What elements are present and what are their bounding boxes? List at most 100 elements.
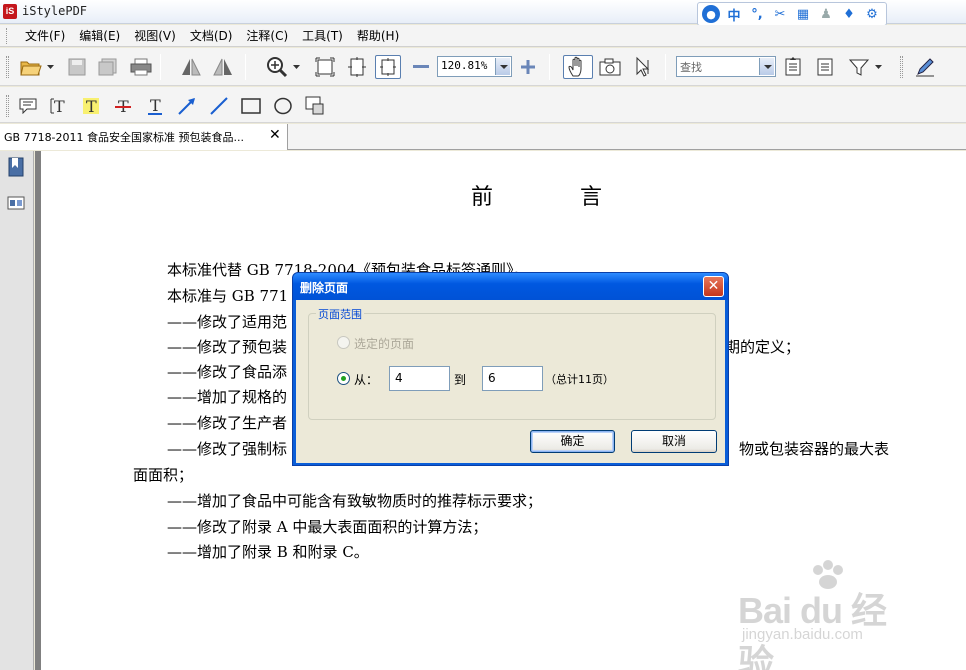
thumbnails-panel-icon[interactable] bbox=[5, 191, 27, 215]
from-range-radio[interactable] bbox=[337, 372, 350, 385]
highlight-dropdown-arrow-icon[interactable] bbox=[872, 55, 884, 79]
save-disk-icon[interactable] bbox=[64, 55, 90, 79]
text-box-icon[interactable]: T bbox=[46, 94, 72, 118]
ime-shirt-icon[interactable]: ♦ bbox=[840, 5, 858, 23]
toolbar-grip bbox=[900, 56, 903, 78]
app-title: iStylePDF bbox=[22, 4, 88, 18]
stamp-tool-icon[interactable] bbox=[302, 94, 328, 118]
doc-line: ——修改了预包装 bbox=[167, 338, 288, 356]
select-text-cursor-icon[interactable] bbox=[630, 55, 656, 79]
find-previous-icon[interactable] bbox=[780, 55, 806, 79]
tab-close-icon[interactable]: ✕ bbox=[269, 127, 281, 143]
find-next-icon[interactable] bbox=[812, 55, 838, 79]
arrow-tool-icon[interactable] bbox=[174, 94, 200, 118]
ime-punct-toggle[interactable]: °, bbox=[748, 5, 766, 23]
doc-line: 面面积； bbox=[133, 466, 194, 484]
page-heading: 前 言 bbox=[471, 185, 642, 210]
fit-page-icon[interactable] bbox=[312, 55, 338, 79]
to-page-input[interactable]: 6 bbox=[482, 366, 543, 391]
open-folder-icon[interactable] bbox=[18, 55, 44, 79]
page-range-group: 页面范围 选定的页面 从： 4 到 6 （总计11页） bbox=[308, 306, 716, 420]
menu-edit[interactable]: 编辑(E) bbox=[72, 27, 127, 44]
strikeout-text-icon[interactable]: T bbox=[110, 94, 136, 118]
selected-pages-label: 选定的页面 bbox=[354, 337, 415, 351]
actual-size-icon[interactable] bbox=[375, 55, 401, 79]
snapshot-camera-icon[interactable] bbox=[597, 55, 623, 79]
search-dropdown-arrow-icon[interactable] bbox=[759, 58, 774, 75]
save-all-icon[interactable] bbox=[95, 55, 121, 79]
watermark-url: jingyan.baidu.com bbox=[742, 626, 863, 643]
svg-text:T: T bbox=[86, 97, 97, 115]
zoom-in-plus-icon[interactable] bbox=[515, 55, 541, 79]
search-input[interactable]: 查找 bbox=[676, 56, 776, 77]
baidu-jingyan-watermark: Bai du 经验 jingyan.baidu.com bbox=[738, 560, 918, 670]
total-pages-label: （总计11页） bbox=[545, 373, 614, 386]
search-placeholder: 查找 bbox=[680, 61, 702, 74]
document-tab-strip: GB 7718-2011 食品安全国家标准 预包装食品... ✕ bbox=[0, 124, 966, 150]
zoom-dropdown-arrow-icon[interactable] bbox=[290, 55, 302, 79]
tab-document[interactable]: GB 7718-2011 食品安全国家标准 预包装食品... ✕ bbox=[0, 124, 288, 150]
ellipse-tool-icon[interactable] bbox=[270, 94, 296, 118]
bookmarks-panel-icon[interactable] bbox=[5, 155, 27, 179]
menu-document[interactable]: 文档(D) bbox=[183, 27, 240, 44]
navigation-panel bbox=[0, 151, 34, 670]
menu-tools[interactable]: 工具(T) bbox=[295, 27, 350, 44]
rectangle-tool-icon[interactable] bbox=[238, 94, 264, 118]
ime-toolbar: ● 中 °, ✂ ▦ ♟ ♦ ⚙ bbox=[697, 2, 887, 26]
highlight-text-icon[interactable]: T bbox=[78, 94, 104, 118]
open-dropdown-arrow-icon[interactable] bbox=[44, 55, 56, 79]
zoom-level-value: 120.81% bbox=[441, 59, 488, 72]
dialog-title: 删除页面 bbox=[300, 281, 349, 295]
doc-line: ——增加了食品中可能含有致敏物质时的推荐标示要求； bbox=[167, 492, 543, 510]
ime-scissors-icon[interactable]: ✂ bbox=[771, 5, 789, 23]
doc-line: 本标准与 GB 771 bbox=[167, 287, 289, 305]
ime-user-icon[interactable]: ● bbox=[702, 5, 720, 23]
hand-tool-icon[interactable] bbox=[563, 55, 593, 79]
doc-line: 期的定义； bbox=[725, 338, 801, 356]
page-range-label: 页面范围 bbox=[316, 306, 364, 322]
toolbar-separator bbox=[160, 54, 161, 80]
zoom-select-arrow-icon[interactable] bbox=[495, 58, 510, 75]
rotate-right-icon[interactable] bbox=[210, 55, 236, 79]
app-logo-icon: iS bbox=[3, 4, 17, 19]
ok-button[interactable]: 确定 bbox=[530, 430, 615, 453]
doc-line: ——修改了食品添 bbox=[167, 363, 288, 381]
menu-view[interactable]: 视图(V) bbox=[127, 27, 183, 44]
dialog-close-icon[interactable]: ✕ bbox=[703, 276, 724, 297]
dialog-body: 页面范围 选定的页面 从： 4 到 6 （总计11页） 确定 取消 bbox=[296, 300, 725, 463]
doc-line: ——修改了生产者 bbox=[167, 414, 288, 432]
sign-pen-icon[interactable] bbox=[912, 55, 938, 79]
to-label: 到 bbox=[454, 373, 467, 387]
note-comment-icon[interactable] bbox=[15, 94, 41, 118]
from-page-input[interactable]: 4 bbox=[389, 366, 450, 391]
ime-lang-toggle[interactable]: 中 bbox=[725, 5, 743, 24]
toolbar-separator bbox=[549, 54, 550, 80]
doc-line: ——修改了适用范 bbox=[167, 313, 288, 331]
from-label: 从： bbox=[354, 373, 379, 387]
zoom-level-select[interactable]: 120.81% bbox=[437, 56, 512, 77]
line-tool-icon[interactable] bbox=[206, 94, 232, 118]
doc-line: ——增加了附录 B 和附录 C。 bbox=[167, 543, 369, 561]
fit-width-icon[interactable] bbox=[344, 55, 370, 79]
menu-grip bbox=[6, 27, 10, 44]
toolbar-grip bbox=[6, 95, 9, 117]
menu-file[interactable]: 文件(F) bbox=[18, 27, 72, 44]
selected-pages-radio bbox=[337, 336, 350, 349]
zoom-out-minus-icon[interactable] bbox=[408, 55, 434, 79]
ime-person-icon[interactable]: ♟ bbox=[817, 5, 835, 23]
ime-settings-gear-icon[interactable]: ⚙ bbox=[863, 5, 881, 23]
menu-help[interactable]: 帮助(H) bbox=[350, 27, 406, 44]
rotate-left-icon[interactable] bbox=[178, 55, 204, 79]
print-icon[interactable] bbox=[128, 55, 154, 79]
highlight-search-icon[interactable] bbox=[846, 55, 872, 79]
cancel-button[interactable]: 取消 bbox=[631, 430, 717, 453]
title-bar: iS iStylePDF ● 中 °, ✂ ▦ ♟ ♦ ⚙ bbox=[0, 0, 966, 26]
doc-line: ——修改了强制标 bbox=[167, 440, 288, 458]
ime-grid-icon[interactable]: ▦ bbox=[794, 5, 812, 23]
dialog-title-bar[interactable]: 删除页面 ✕ bbox=[293, 273, 728, 300]
tab-document-label: GB 7718-2011 食品安全国家标准 预包装食品... bbox=[4, 131, 245, 144]
zoom-in-magnifier-icon[interactable] bbox=[264, 55, 290, 79]
comment-toolbar: T T T T bbox=[0, 87, 966, 123]
menu-comment[interactable]: 注释(C) bbox=[239, 27, 295, 44]
underline-text-icon[interactable]: T bbox=[142, 94, 168, 118]
